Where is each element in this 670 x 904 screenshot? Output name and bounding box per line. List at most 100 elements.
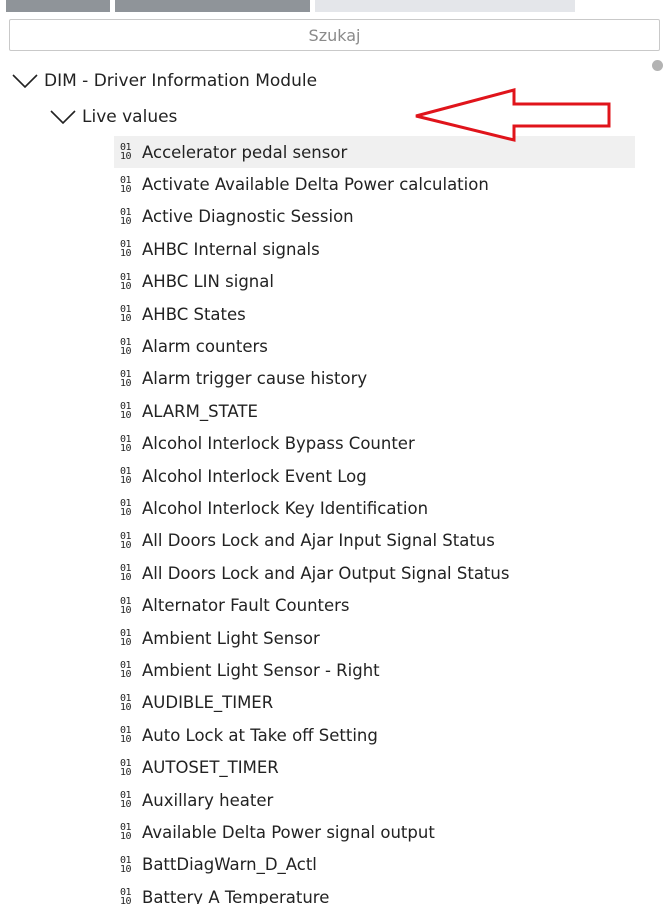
binary-icon-bottom: 10 (120, 896, 132, 904)
binary-value-icon: 01 10 (120, 467, 138, 487)
tree-item-label: Battery A Temperature (142, 887, 330, 904)
tree-item[interactable]: 01 10 Alternator Fault Counters (114, 589, 635, 621)
tree-item[interactable]: 01 10 AUDIBLE_TIMER (114, 687, 635, 719)
live-values-list: 01 10 Accelerator pedal sensor 01 10 Activate… (114, 136, 635, 904)
tree-item[interactable]: 01 10 All Doors Lock and Ajar Output Signa… (114, 557, 635, 589)
tree-item[interactable]: 01 10 Alcohol Interlock Event Log (114, 460, 635, 492)
tree-item-label: AHBC LIN signal (142, 272, 274, 292)
tree-item-label: All Doors Lock and Ajar Input Signal Sta… (142, 531, 495, 551)
chevron-down-icon[interactable] (50, 108, 76, 126)
tree-item[interactable]: 01 10 Activate Available Delta Power calcu… (114, 168, 635, 200)
binary-icon-bottom: 10 (120, 572, 132, 584)
tree-item[interactable]: 01 10 Auxillary heater (114, 784, 635, 816)
binary-value-icon: 01 10 (120, 629, 138, 649)
app-window: Szukaj DIM - Driver Information Module L… (0, 0, 670, 904)
red-arrow-annotation (415, 88, 611, 142)
tree-node-root-label: DIM - Driver Information Module (44, 71, 318, 91)
tree-item-label: All Doors Lock and Ajar Output Signal St… (142, 563, 510, 583)
binary-value-icon: 01 10 (120, 531, 138, 551)
chevron-down-icon[interactable] (12, 72, 38, 90)
tree-item-label: Activate Available Delta Power calculati… (142, 175, 489, 195)
tree-item[interactable]: 01 10 AHBC States (114, 298, 635, 330)
tab-2[interactable] (115, 0, 310, 12)
binary-icon-bottom: 10 (120, 248, 132, 260)
binary-icon-bottom: 10 (120, 475, 132, 487)
binary-value-icon: 01 10 (120, 240, 138, 260)
binary-icon-bottom: 10 (120, 280, 132, 292)
binary-icon-bottom: 10 (120, 539, 132, 551)
tree-item-label: ALARM_STATE (142, 401, 258, 421)
binary-value-icon: 01 10 (120, 499, 138, 519)
binary-value-icon: 01 10 (120, 402, 138, 422)
tree-item[interactable]: 01 10 BattDiagWarn_D_Actl (114, 849, 635, 881)
binary-value-icon: 01 10 (120, 434, 138, 453)
tree-item-label: AUDIBLE_TIMER (142, 693, 274, 713)
tree-item-label: Alarm trigger cause history (142, 369, 368, 389)
tree-item[interactable]: 01 10 Active Diagnostic Session (114, 201, 635, 233)
tree-item-label: Alternator Fault Counters (142, 596, 350, 616)
tree-item-label: Alcohol Interlock Bypass Counter (142, 434, 415, 454)
tree-item-label: Ambient Light Sensor (142, 628, 320, 648)
tree-item-label: Ambient Light Sensor - Right (142, 660, 380, 680)
binary-icon-bottom: 10 (120, 183, 132, 195)
tree-item[interactable]: 01 10 AUTOSET_TIMER (114, 751, 635, 783)
tree-item[interactable]: 01 10 Available Delta Power signal output (114, 816, 635, 848)
tree-item-label: AHBC Internal signals (142, 239, 320, 259)
binary-value-icon: 01 10 (120, 661, 138, 681)
tree-item[interactable]: 01 10 Battery A Temperature (114, 881, 635, 904)
binary-icon-bottom: 10 (120, 151, 132, 163)
tree-item-label: Accelerator pedal sensor (142, 142, 348, 162)
binary-value-icon: 01 10 (120, 888, 138, 904)
tree-item[interactable]: 01 10 Auto Lock at Take off Setting (114, 719, 635, 751)
search-placeholder: Szukaj (308, 25, 361, 45)
tab-1[interactable] (6, 0, 110, 12)
binary-value-icon: 01 10 (120, 823, 138, 843)
tree-item-label: Auxillary heater (142, 790, 274, 810)
tree-item[interactable]: 01 10 Alarm trigger cause history (114, 363, 635, 395)
scrollbar-thumb[interactable] (652, 60, 663, 71)
tree-item-label: AHBC States (142, 304, 246, 324)
binary-icon-bottom: 10 (120, 669, 132, 681)
binary-icon-bottom: 10 (120, 734, 132, 746)
tree-node-live-values[interactable]: Live values (50, 104, 177, 130)
tree-item[interactable]: 01 10 ALARM_STATE (114, 395, 635, 427)
tree-item-label: Available Delta Power signal output (142, 822, 435, 842)
tree-item[interactable]: 01 10 Alcohol Interlock Key Identification (114, 492, 635, 524)
binary-icon-bottom: 10 (120, 410, 132, 422)
binary-value-icon: 01 10 (120, 855, 138, 875)
binary-icon-bottom: 10 (120, 863, 132, 875)
tree-item[interactable]: 01 10 Alarm counters (114, 330, 635, 362)
binary-value-icon: 01 10 (120, 207, 138, 227)
binary-icon-bottom: 10 (120, 831, 132, 843)
binary-value-icon: 01 10 (120, 175, 138, 195)
tree-item[interactable]: 01 10 Ambient Light Sensor - Right (114, 654, 635, 686)
binary-value-icon: 01 10 (120, 337, 138, 357)
binary-icon-bottom: 10 (120, 637, 132, 649)
binary-value-icon: 01 10 (120, 564, 138, 584)
tree-item[interactable]: 01 10 All Doors Lock and Ajar Input Signal… (114, 525, 635, 557)
tab-3[interactable] (315, 0, 575, 12)
binary-value-icon: 01 10 (120, 726, 138, 746)
binary-icon-bottom: 10 (120, 604, 132, 616)
tree-item[interactable]: 01 10 AHBC Internal signals (114, 233, 635, 265)
binary-value-icon: 01 10 (120, 305, 138, 324)
binary-value-icon: 01 10 (120, 596, 138, 616)
tree-item-label: Alarm counters (142, 337, 268, 357)
tree-item[interactable]: 01 10 Ambient Light Sensor (114, 622, 635, 654)
tree-item-label: Alcohol Interlock Key Identification (142, 498, 429, 518)
binary-icon-bottom: 10 (120, 799, 132, 810)
binary-icon-bottom: 10 (120, 766, 132, 778)
binary-icon-bottom: 10 (120, 345, 132, 357)
search-input[interactable]: Szukaj (9, 19, 660, 51)
tree-item-label: AUTOSET_TIMER (142, 758, 279, 778)
binary-value-icon: 01 10 (120, 272, 138, 292)
binary-icon-bottom: 10 (120, 507, 132, 519)
tab-strip (0, 0, 670, 12)
tree-node-root[interactable]: DIM - Driver Information Module (12, 68, 317, 94)
tree-item-label: Active Diagnostic Session (142, 207, 354, 227)
tree-item[interactable]: 01 10 AHBC LIN signal (114, 266, 635, 298)
binary-value-icon: 01 10 (120, 143, 138, 163)
binary-icon-bottom: 10 (120, 215, 132, 227)
binary-icon-bottom: 10 (120, 701, 132, 713)
tree-item[interactable]: 01 10 Alcohol Interlock Bypass Counter (114, 428, 635, 460)
